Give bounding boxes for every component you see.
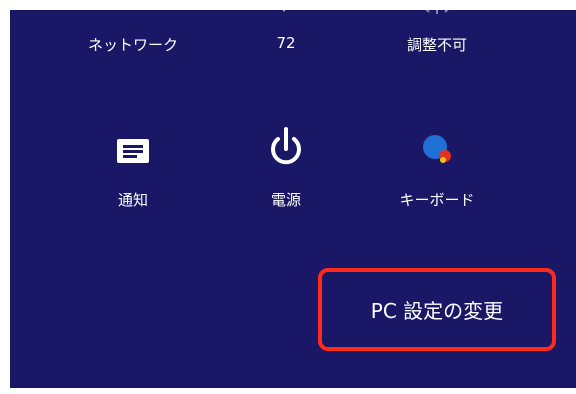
- network-tile[interactable]: ネットワーク: [73, 0, 193, 70]
- left-edge: [0, 0, 10, 394]
- power-icon: [271, 127, 301, 165]
- power-tile[interactable]: 電源: [226, 125, 346, 215]
- keyboard-tile[interactable]: キーボード: [377, 125, 497, 215]
- notifications-tile[interactable]: 通知: [73, 125, 193, 215]
- change-pc-settings-label: PC 設定の変更: [370, 299, 504, 323]
- power-label: 電源: [270, 191, 301, 209]
- volume-tile[interactable]: 72: [226, 0, 346, 70]
- change-pc-settings-link[interactable]: PC 設定の変更: [318, 268, 556, 351]
- notifications-label: 通知: [117, 191, 148, 209]
- keyboard-icon: [423, 135, 451, 163]
- network-label: ネットワーク: [87, 36, 178, 54]
- keyboard-label: キーボード: [399, 191, 475, 209]
- volume-label: 72: [276, 34, 296, 52]
- brightness-tile[interactable]: 調整不可: [377, 0, 497, 70]
- brightness-label: 調整不可: [406, 36, 467, 54]
- notifications-icon: [117, 139, 149, 163]
- settings-charm-panel: ネットワーク 72 調整不可 通知 電源 キーボード PC 設定の変更: [0, 0, 576, 394]
- top-edge: [0, 0, 576, 10]
- bottom-edge: [0, 388, 576, 394]
